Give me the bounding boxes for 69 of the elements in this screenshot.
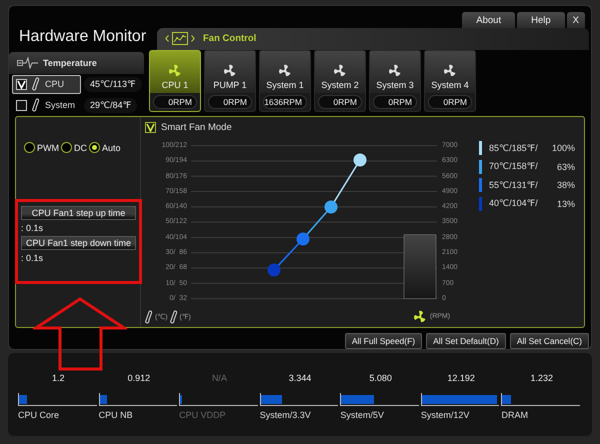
voltage-label: DRAM (501, 410, 529, 420)
fan-icon (412, 310, 427, 324)
setting-button[interactable]: CPU Fan1 step down time (21, 236, 136, 250)
checkbox-label: Smart Fan Mode (161, 122, 232, 133)
fan-icon (333, 64, 347, 78)
thermometer-icon (145, 310, 153, 324)
legend-label: 85℃/185℉/ (489, 142, 538, 154)
legend-label: 40℃/104℉/ (489, 198, 538, 209)
sensor-reading: 29℃/84℉ (84, 98, 138, 113)
fan-tab[interactable]: PUMP 1 0RPM (204, 50, 256, 112)
action-button[interactable]: All Set Cancel(C) (510, 333, 589, 349)
legend-label: 70℃/158℉/ (489, 161, 538, 172)
action-button[interactable]: All Full Speed(F) (344, 333, 422, 349)
voltage-label: System/3.3V (260, 410, 312, 420)
voltage-value: 0.912 (126, 373, 152, 385)
thermometer-icon (170, 310, 178, 324)
voltage-label: CPU NB (98, 410, 134, 420)
window-title: Hardware Monitor (18, 27, 148, 47)
chevron-right-icon[interactable] (191, 35, 195, 42)
voltage-label: CPU VDDP (179, 410, 227, 420)
voltage-value: N/A (210, 373, 228, 385)
checkbox[interactable] (16, 100, 27, 111)
setting-button[interactable]: CPU Fan1 step up time (21, 206, 136, 220)
fan-tab[interactable]: System 4 0RPM (424, 50, 476, 112)
voltage-label: CPU Core (18, 410, 60, 420)
window-button[interactable]: About (462, 12, 516, 28)
radio-button[interactable]: DC (61, 142, 87, 153)
radio-button[interactable]: Auto (89, 142, 121, 153)
thermometer-icon (32, 77, 40, 92)
fan-icon (168, 64, 182, 78)
legend-value: 100% (552, 143, 576, 153)
fan-tab[interactable]: System 1 1636RPM (259, 50, 311, 112)
fan-tab[interactable]: System 2 0RPM (314, 50, 366, 112)
rpm-meter-drawing (404, 234, 436, 299)
voltage-value: 1.2 (51, 373, 66, 385)
checkbox[interactable] (16, 78, 27, 90)
sensor-item[interactable]: System (12, 96, 81, 115)
setting-value: : 0.1s (21, 222, 44, 235)
action-button[interactable]: All Set Default(D) (426, 333, 506, 349)
legend-label: 55℃/131℉/ (489, 180, 538, 190)
sensor-reading: 45℃/113℉ (84, 76, 142, 92)
voltage-label: System/5V (340, 410, 385, 420)
section-title: Temperature (43, 58, 97, 68)
fan-icon (278, 64, 292, 78)
fan-curve-drawing[interactable] (268, 154, 366, 276)
sensor-item[interactable]: CPU (12, 74, 81, 94)
panel-title: Fan Control (203, 33, 256, 44)
chevron-left-icon[interactable] (165, 35, 169, 42)
voltage-value: 12.192 (446, 373, 476, 385)
window-button[interactable]: X (566, 12, 585, 28)
voltage-value: 1.232 (529, 373, 554, 385)
legend-value: 38% (556, 180, 576, 190)
voltage-value: 3.344 (288, 373, 312, 385)
fan-tab[interactable]: CPU 1 0RPM (149, 50, 201, 112)
radio-button[interactable]: PWM (24, 142, 59, 153)
smart-fan-checkbox[interactable] (145, 122, 156, 133)
chart-icon (172, 32, 188, 46)
setting-value: : 0.1s (21, 252, 44, 265)
fan-icon (223, 64, 237, 78)
graph-icon (17, 56, 39, 69)
fan-icon (388, 64, 402, 78)
voltage-label: System/12V (420, 410, 470, 420)
legend-value: 13% (556, 198, 576, 208)
thermometer-icon (32, 98, 40, 112)
fan-icon (443, 64, 457, 78)
voltage-value: 5.080 (368, 373, 393, 385)
window-button[interactable]: Help (517, 12, 565, 28)
legend-value: 63% (556, 162, 576, 172)
fan-tab[interactable]: System 3 0RPM (369, 50, 421, 112)
